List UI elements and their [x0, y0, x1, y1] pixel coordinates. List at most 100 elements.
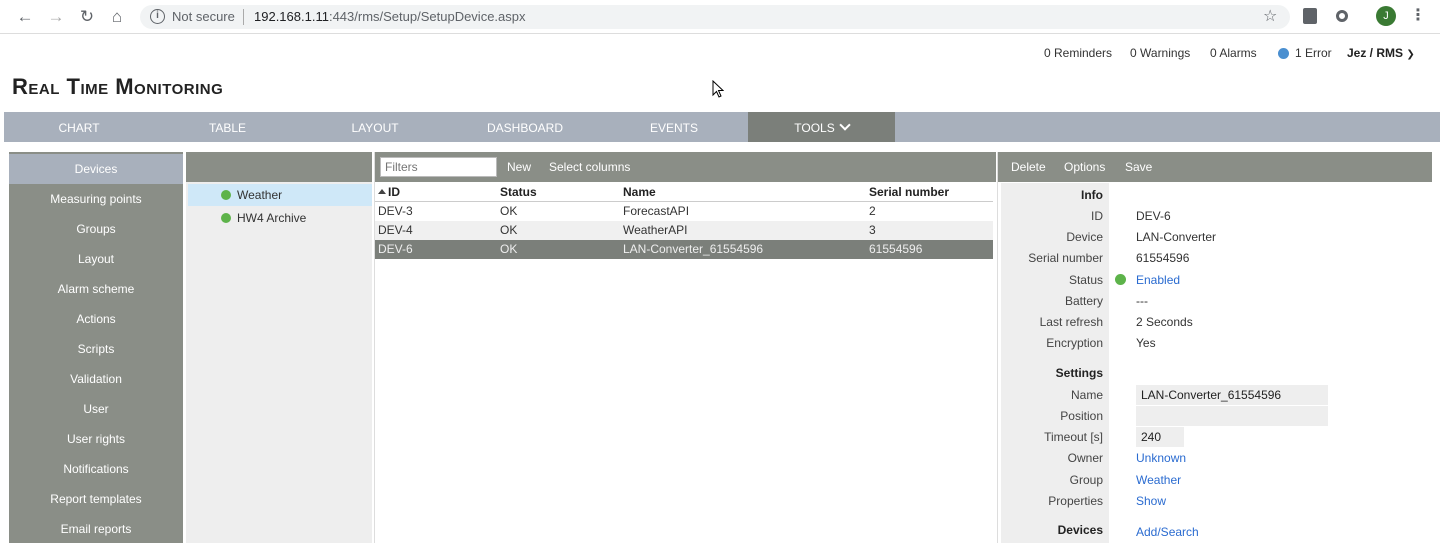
user-menu[interactable]: Jez / RMS ❯ [1347, 46, 1415, 60]
mouse-cursor-icon [712, 80, 724, 98]
status-dot [221, 213, 231, 223]
group-label: Group [1069, 473, 1103, 487]
main-tabs: CHART TABLE LAYOUT DASHBOARD EVENTS TOOL… [4, 112, 1440, 142]
column-header-name[interactable]: Name [623, 185, 656, 199]
home-icon[interactable]: ⌂ [106, 6, 128, 28]
sidebar-item-groups[interactable]: Groups [9, 214, 183, 244]
errors-count[interactable]: 1 Error [1295, 46, 1332, 60]
cell-serial: 2 [869, 204, 876, 218]
cell-status: OK [500, 223, 518, 237]
save-button[interactable]: Save [1125, 160, 1152, 174]
serial-value: 61554596 [1136, 251, 1190, 265]
sidebar-item-report-templates[interactable]: Report templates [9, 484, 183, 514]
id-label: ID [1091, 209, 1103, 223]
group-label: Weather [237, 188, 283, 202]
chevron-down-icon: ❯ [1406, 49, 1415, 60]
cell-serial: 61554596 [869, 242, 923, 256]
position-label: Position [1060, 409, 1103, 423]
chevron-down-icon [839, 119, 851, 131]
sidebar-item-user-rights[interactable]: User rights [9, 424, 183, 454]
status-link[interactable]: Enabled [1136, 273, 1180, 287]
sort-ascending-icon [378, 189, 386, 194]
url-text[interactable]: 192.168.1.11:443/rms/Setup/SetupDevice.a… [254, 9, 526, 24]
forward-icon[interactable]: → [45, 6, 67, 28]
devices-section-title: Devices [1057, 523, 1103, 537]
device-detail: Delete Options Save Info ID DEV-6 Device… [997, 152, 1433, 543]
column-header-status[interactable]: Status [500, 185, 537, 199]
device-value: LAN-Converter [1136, 230, 1217, 244]
sidebar-item-devices[interactable]: Devices [9, 154, 183, 184]
group-link[interactable]: Weather [1136, 473, 1181, 487]
owner-link[interactable]: Unknown [1136, 451, 1186, 465]
tab-tools-label: TOOLS [794, 121, 835, 135]
address-bar[interactable]: i Not secure 192.168.1.11:443/rms/Setup/… [140, 5, 1290, 29]
name-field[interactable]: LAN-Converter_61554596 [1136, 385, 1328, 405]
browser-menu-icon[interactable]: ⋮ [1410, 5, 1426, 25]
add-search-link[interactable]: Add/Search [1136, 525, 1199, 539]
timeout-field[interactable]: 240 [1136, 427, 1184, 447]
select-columns-button[interactable]: Select columns [549, 160, 630, 174]
properties-label: Properties [1048, 494, 1103, 508]
reload-icon[interactable]: ↻ [76, 6, 98, 28]
last-refresh-value: 2 Seconds [1136, 315, 1193, 329]
cell-id: DEV-4 [378, 223, 413, 237]
tab-chart[interactable]: CHART [4, 112, 154, 142]
battery-value: --- [1136, 294, 1148, 308]
back-icon[interactable]: ← [14, 6, 36, 28]
cell-status: OK [500, 204, 518, 218]
sidebar-item-notifications[interactable]: Notifications [9, 454, 183, 484]
tab-tools[interactable]: TOOLS [748, 112, 895, 142]
table-row-selected[interactable]: DEV-6 OK LAN-Converter_61554596 61554596 [375, 240, 993, 259]
group-tree-header [186, 152, 372, 182]
group-tree: Weather HW4 Archive [186, 152, 372, 543]
alarms-count[interactable]: 0 Alarms [1210, 46, 1257, 60]
table-row[interactable]: DEV-3 OK ForecastAPI 2 [375, 202, 993, 221]
position-field[interactable] [1136, 406, 1328, 426]
info-section-title: Info [1081, 188, 1103, 202]
settings-section-title: Settings [1055, 366, 1103, 380]
info-icon[interactable]: i [150, 9, 165, 24]
sidebar-item-measuring-points[interactable]: Measuring points [9, 184, 183, 214]
sidebar-item-scripts[interactable]: Scripts [9, 334, 183, 364]
sidebar-item-actions[interactable]: Actions [9, 304, 183, 334]
options-button[interactable]: Options [1064, 160, 1105, 174]
tab-table[interactable]: TABLE [154, 112, 301, 142]
tab-dashboard[interactable]: DASHBOARD [449, 112, 601, 142]
new-device-button[interactable]: New [507, 160, 531, 174]
reminders-count[interactable]: 0 Reminders [1044, 46, 1112, 60]
properties-link[interactable]: Show [1136, 494, 1166, 508]
cell-name: LAN-Converter_61554596 [623, 242, 764, 256]
delete-button[interactable]: Delete [1011, 160, 1046, 174]
group-item-weather[interactable]: Weather [188, 184, 372, 206]
column-header-id[interactable]: ID [388, 185, 400, 199]
status-dot [1115, 274, 1126, 285]
table-row[interactable]: DEV-4 OK WeatherAPI 3 [375, 221, 993, 240]
warnings-count[interactable]: 0 Warnings [1130, 46, 1190, 60]
device-list-toolbar: New Select columns [375, 152, 996, 182]
setup-sidebar: Devices Measuring points Groups Layout A… [9, 152, 183, 543]
device-list: New Select columns ID Status Name Serial… [374, 152, 996, 543]
cell-status: OK [500, 242, 518, 256]
device-detail-toolbar: Delete Options Save [998, 152, 1432, 182]
tab-events[interactable]: EVENTS [601, 112, 747, 142]
url-host: 192.168.1.11 [254, 9, 329, 24]
tab-layout[interactable]: LAYOUT [301, 112, 449, 142]
group-label: HW4 Archive [237, 211, 307, 225]
filter-input[interactable] [380, 157, 497, 177]
battery-label: Battery [1064, 294, 1103, 308]
address-divider [243, 9, 244, 25]
app-title: Real Time Monitoring [12, 74, 224, 99]
sidebar-item-email-reports[interactable]: Email reports [9, 514, 183, 544]
column-header-serial[interactable]: Serial number [869, 185, 949, 199]
profile-avatar[interactable]: J [1376, 6, 1396, 26]
sidebar-item-layout[interactable]: Layout [9, 244, 183, 274]
extension-icon[interactable] [1303, 8, 1317, 24]
sidebar-item-alarm-scheme[interactable]: Alarm scheme [9, 274, 183, 304]
group-item-hw4-archive[interactable]: HW4 Archive [188, 207, 372, 229]
sidebar-item-user[interactable]: User [9, 394, 183, 424]
bookmark-star-icon[interactable]: ☆ [1263, 6, 1277, 26]
extension-circle-icon[interactable] [1336, 10, 1348, 22]
sidebar-item-validation[interactable]: Validation [9, 364, 183, 394]
encryption-value: Yes [1136, 336, 1156, 350]
cell-id: DEV-6 [378, 242, 413, 256]
